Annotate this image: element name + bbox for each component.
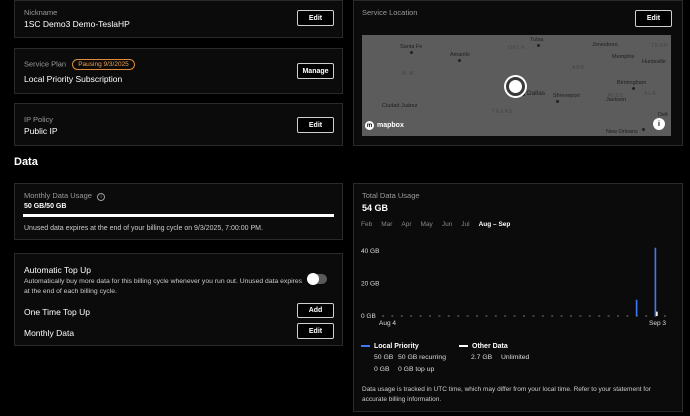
legend-other-desc: Unlimited [501,354,530,361]
map-label-tulsa: Tulsa [530,37,544,43]
ip-policy-card: IP Policy Public IP [14,103,343,146]
service-plan-value: Local Priority Subscription [24,74,123,84]
service-location-label: Service Location [362,8,418,17]
add-top-up-button[interactable]: Add [297,303,334,318]
legend-other-row: 2.7 GB Unlimited [471,354,529,361]
map-label-memphis: Memphis [612,54,635,60]
map-label-ark: ARK [572,65,586,71]
monthly-data-label: Monthly Data [24,328,75,338]
legend-local-row2: 0 GB 0 GB top up [374,366,434,373]
bar-other-data [656,311,658,316]
legend-other-data: Other Data [459,343,508,350]
mapbox-logo: m mapbox [365,121,404,130]
map-label-amarillo: Amarillo [450,52,470,58]
one-time-top-up-label: One Time Top Up [24,307,90,317]
map-label-ala: ALA [644,91,657,97]
map-label-jonesboro: Jonesboro [592,42,618,48]
monthly-usage-card: Monthly Data Usage i 50 GB/50 GB Unused … [14,183,343,240]
legend-other-line [459,345,468,348]
map-label-huntsville: Huntsville [642,59,666,65]
automatic-top-up-toggle[interactable] [307,273,327,285]
legend-local-priority: Local Priority [361,343,419,350]
tab-month-mar[interactable]: Mar [381,221,392,228]
automatic-top-up-title: Automatic Top Up [24,265,91,275]
monthly-usage-label-text: Monthly Data Usage [24,191,92,200]
usage-chart: 40 GB 20 GB 0 GBAug 4 Sep 3 [361,247,666,327]
y-tick-label: 20 GB [361,281,379,288]
tab-month-apr[interactable]: Apr [401,221,411,228]
map-label-texas: TEXAS [492,109,514,115]
map-label-dallas: Dallas [527,90,546,97]
nickname-card: Nickname 1SC Demo3 Demo-TeslaHP [14,0,343,38]
pausing-badge: Pausing 9/3/2025 [72,59,135,70]
map-label-santa-fe: Santa Fe [400,44,423,50]
manage-plan-button[interactable]: Manage [297,63,334,79]
legend-local-recurring-amount: 50 GB [374,354,394,361]
map-label-birmingham: Birmingham [617,80,647,86]
legend-other-name: Other Data [472,343,508,350]
monthly-usage-amount: 50 GB/50 GB [24,203,67,210]
x-end-label: Sep 3 [649,320,666,327]
bar-local-priority [654,247,657,316]
usage-footnote: Data usage is tracked in UTC time, which… [362,386,651,403]
map-label-tenn: TENN [651,43,669,49]
info-circle-icon[interactable]: i [97,193,106,201]
total-usage-value: 54 GB [362,203,389,213]
toggle-knob [307,273,319,285]
map-attribution-info-icon[interactable]: i [653,118,665,130]
location-marker-icon [506,77,525,96]
tab-month-aug-sep[interactable]: Aug – Sep [479,221,511,228]
legend-local-topup-desc: 0 GB top up [398,366,435,373]
legend-local-row1: 50 GB 50 GB recurring [374,354,446,361]
map-label-okla: OKLA [508,45,526,51]
legend-local-recurring-desc: 50 GB recurring [398,354,446,361]
tab-month-jun[interactable]: Jun [442,221,452,228]
nickname-label: Nickname [24,8,58,17]
map-label-miss: MISS [608,93,625,99]
map-label-new-orleans: New Orleans [606,129,638,135]
month-tabs: Feb Mar Apr May Jun Jul Aug – Sep [361,221,519,228]
legend-other-amount: 2.7 GB [471,354,493,361]
legend-local-name: Local Priority [374,343,419,350]
legend-local-topup-amount: 0 GB [374,366,390,373]
nickname-value: 1SC Demo3 Demo-TeslaHP [24,19,130,29]
map-label-ciudad-juarez: Ciudad Juárez [382,103,418,109]
total-usage-label: Total Data Usage [362,191,420,200]
top-up-card: Automatic Top Up Automatically buy more … [14,253,343,346]
service-plan-label: Service Plan Pausing 9/3/2025 [24,59,135,70]
monthly-usage-label: Monthly Data Usage i [24,191,106,201]
tab-month-jul[interactable]: Jul [461,221,469,228]
map-label-shreveport: Shreveport [553,93,580,99]
ip-policy-label: IP Policy [24,115,54,124]
edit-ip-policy-button[interactable]: Edit [297,117,334,133]
x-start-label: Aug 4 [379,320,396,327]
legend-local-line [361,345,370,348]
y-tick-label: 40 GB [361,248,379,255]
data-section-title: Data [14,156,38,168]
edit-monthly-data-button[interactable]: Edit [297,323,334,339]
ip-policy-value: Public IP [24,126,58,136]
monthly-usage-progress-bar [23,214,334,217]
y-tick-label: 0 GB [361,313,376,320]
monthly-usage-note: Unused data expires at the end of your b… [24,225,263,232]
monthly-usage-progress-fill [23,214,334,217]
service-plan-card: Service Plan Pausing 9/3/2025 Local Prio… [14,48,343,94]
tab-month-may[interactable]: May [421,221,433,228]
map-label-nm: N.M [402,71,415,77]
edit-location-button[interactable]: Edit [635,10,672,27]
service-plan-label-text: Service Plan [24,59,67,69]
mapbox-logo-text: mapbox [377,122,404,129]
automatic-top-up-description: Automatically buy more data for this bil… [24,278,303,295]
mapbox-mark-icon: m [365,121,374,130]
tab-month-feb[interactable]: Feb [361,221,372,228]
edit-nickname-button[interactable]: Edit [297,10,334,26]
bar-local-priority [635,299,638,316]
